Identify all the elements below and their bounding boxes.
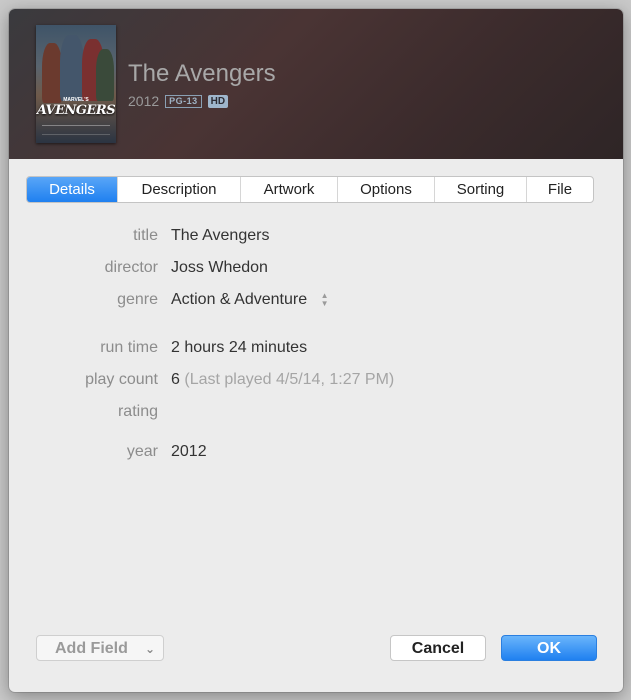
year-label: year bbox=[126, 443, 158, 460]
add-field-label: Add Field bbox=[55, 640, 128, 657]
tab-file[interactable]: File bbox=[526, 177, 593, 202]
director-field[interactable]: Joss Whedon bbox=[171, 259, 268, 277]
get-info-dialog: MARVEL'S AVENGERS The Avengers 2012 PG-1… bbox=[9, 9, 623, 692]
movie-meta: 2012 PG-13 HD bbox=[128, 93, 229, 109]
director-label: director bbox=[104, 259, 158, 276]
tab-sorting[interactable]: Sorting bbox=[434, 177, 526, 202]
poster-figure bbox=[42, 43, 62, 103]
add-field-button[interactable]: Add Field ⌄ bbox=[36, 635, 164, 661]
title-field[interactable]: The Avengers bbox=[171, 227, 269, 245]
rating-stars[interactable] bbox=[171, 403, 291, 423]
tab-options[interactable]: Options bbox=[337, 177, 434, 202]
movie-title: The Avengers bbox=[128, 60, 276, 87]
hd-badge: HD bbox=[207, 94, 229, 108]
poster-credits bbox=[42, 125, 110, 135]
rating-label: rating bbox=[117, 403, 158, 420]
play-count-field[interactable]: 6 (Last played 4/5/14, 1:27 PM) bbox=[171, 371, 394, 389]
genre-popup[interactable]: Action & Adventure ▲ ▼ bbox=[171, 291, 330, 309]
poster-figure bbox=[96, 49, 114, 101]
tab-artwork[interactable]: Artwork bbox=[240, 177, 337, 202]
content-rating-badge: PG-13 bbox=[165, 94, 202, 108]
play-count-value: 6 bbox=[171, 371, 180, 388]
run-time-label: run time bbox=[100, 339, 158, 356]
tab-details[interactable]: Details bbox=[27, 177, 117, 202]
tab-bar: Details Description Artwork Options Sort… bbox=[26, 176, 594, 203]
chevron-down-icon: ⌄ bbox=[144, 642, 155, 656]
tab-description[interactable]: Description bbox=[117, 177, 240, 202]
header: MARVEL'S AVENGERS The Avengers 2012 PG-1… bbox=[9, 9, 623, 159]
genre-label: genre bbox=[117, 291, 158, 308]
movie-year: 2012 bbox=[128, 93, 160, 109]
poster-figure bbox=[60, 35, 84, 101]
poster-title: AVENGERS bbox=[36, 103, 116, 118]
last-played-note: (Last played 4/5/14, 1:27 PM) bbox=[184, 371, 395, 388]
year-field[interactable]: 2012 bbox=[171, 443, 207, 461]
ok-button[interactable]: OK bbox=[501, 635, 597, 661]
play-count-label: play count bbox=[85, 371, 158, 388]
title-label: title bbox=[133, 227, 158, 244]
run-time-value: 2 hours 24 minutes bbox=[171, 339, 308, 356]
genre-value: Action & Adventure bbox=[171, 291, 308, 308]
poster-artwork: MARVEL'S AVENGERS bbox=[36, 25, 116, 143]
updown-arrows-icon: ▲ ▼ bbox=[320, 290, 329, 308]
cancel-button[interactable]: Cancel bbox=[390, 635, 486, 661]
